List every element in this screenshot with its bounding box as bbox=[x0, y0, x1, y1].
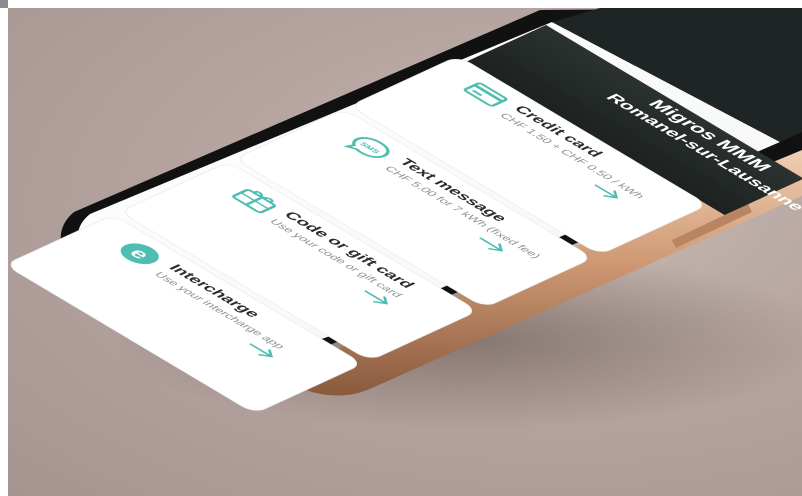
product-photo: Migros MMM Romanel-sur-Lausanne Choose y… bbox=[0, 0, 802, 496]
